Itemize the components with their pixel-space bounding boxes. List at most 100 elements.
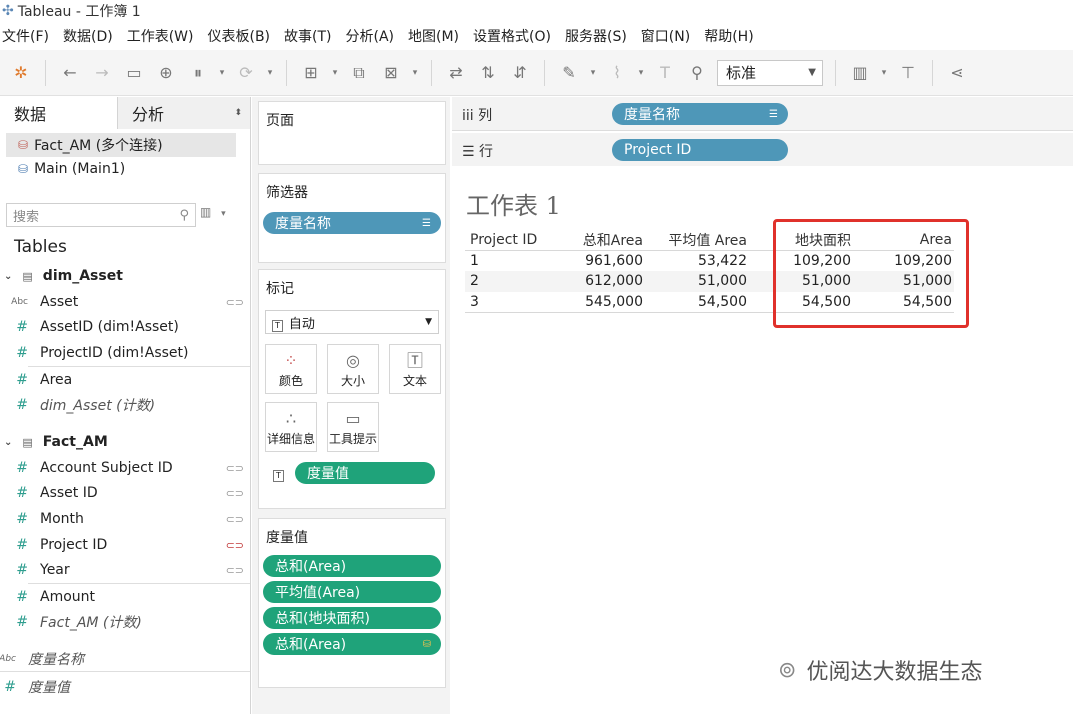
columns-shelf[interactable]: iii 列 度量名称 ☰ <box>452 97 1073 131</box>
field-asset[interactable]: Abc Asset ⊂⊃ <box>0 290 250 314</box>
redo-icon[interactable]: → <box>89 60 115 86</box>
field-account-subject-id[interactable]: # Account Subject ID ⊂⊃ <box>0 456 250 480</box>
pause-updates-icon[interactable]: ⏸ <box>185 60 211 86</box>
sort-ascending-icon[interactable]: ⇅ <box>475 60 501 86</box>
table-cell[interactable]: 1 <box>465 251 555 272</box>
rows-pill-project-id[interactable]: Project ID <box>612 139 788 161</box>
table-name: Fact_AM <box>42 434 108 450</box>
view-options[interactable]: ▥ ▾ <box>200 205 226 219</box>
refresh-icon[interactable]: ⟳ <box>233 60 259 86</box>
field-measure-values[interactable]: # 度量值 <box>0 675 238 699</box>
field-project-id[interactable]: # Project ID ⊂⊃ <box>0 533 250 557</box>
share-icon[interactable]: ⋖ <box>944 60 970 86</box>
menu-analysis[interactable]: 分析(A) <box>346 26 395 46</box>
chevron-down-icon[interactable]: ▾ <box>264 60 276 86</box>
menu-story[interactable]: 故事(T) <box>284 26 331 46</box>
duplicate-sheet-icon[interactable]: ⧉ <box>346 60 372 86</box>
pages-card[interactable]: 页面 <box>258 101 446 165</box>
new-worksheet-icon[interactable]: ⊞ <box>298 60 324 86</box>
save-icon[interactable]: ▭ <box>121 60 147 86</box>
detail-button[interactable]: ∴ 详细信息 <box>265 402 317 452</box>
show-cards-icon[interactable]: ▥ <box>847 60 873 86</box>
filter-pill-measure-names[interactable]: 度量名称 ☰ <box>263 212 441 234</box>
field-year[interactable]: # Year ⊂⊃ <box>0 558 250 582</box>
chevron-down-icon[interactable]: ⌄ <box>4 437 12 448</box>
table-cell[interactable]: 961,600 <box>555 251 643 272</box>
menu-map[interactable]: 地图(M) <box>408 26 459 46</box>
tableau-start-icon[interactable]: ✲ <box>8 60 34 86</box>
group-members-icon[interactable]: ⌇ <box>604 60 630 86</box>
field-month[interactable]: # Month ⊂⊃ <box>0 507 250 531</box>
highlight-icon[interactable]: ✎ <box>556 60 582 86</box>
sheet-title[interactable]: 工作表 1 <box>466 186 561 221</box>
column-header[interactable]: Project ID <box>465 230 555 251</box>
link-icon: ⊂⊃ <box>225 461 244 475</box>
tab-data[interactable]: 数据 <box>0 97 118 129</box>
measure-pill-sum-land-area[interactable]: 总和(地块面积) <box>263 607 441 629</box>
text-button[interactable]: 🅃 文本 <box>389 344 441 394</box>
menu-window[interactable]: 窗口(N) <box>641 26 690 46</box>
swap-rows-columns-icon[interactable]: ⇄ <box>443 60 469 86</box>
measure-pill-sum-area[interactable]: 总和(Area) <box>263 555 441 577</box>
table-cell[interactable]: 612,000 <box>555 271 643 292</box>
chevron-down-icon[interactable]: ▾ <box>329 60 341 86</box>
section-divider <box>0 671 250 672</box>
list-view-icon[interactable]: ▥ <box>200 205 211 219</box>
connection-main[interactable]: ⛁ Main (Main1) <box>0 157 250 181</box>
fit-mode-select[interactable]: 标准 ▼ <box>717 59 823 86</box>
size-button[interactable]: ◎ 大小 <box>327 344 379 394</box>
presentation-mode-icon[interactable]: ⊤ <box>895 60 921 86</box>
tab-analysis[interactable]: 分析 ⬍ <box>118 97 250 129</box>
table-cell[interactable]: 53,422 <box>643 251 747 272</box>
size-label: 大小 <box>340 373 365 388</box>
table-cell[interactable]: 2 <box>465 271 555 292</box>
chevron-down-icon[interactable]: ⌄ <box>4 271 12 282</box>
table-fact-am[interactable]: ⌄ ▤ Fact_AM <box>4 430 108 454</box>
field-projectid[interactable]: # ProjectID (dim!Asset) <box>0 341 250 365</box>
menu-worksheet[interactable]: 工作表(W) <box>127 26 194 46</box>
mark-type-select[interactable]: T 自动 ▼ <box>265 310 439 334</box>
chevron-down-icon[interactable]: ▾ <box>878 60 890 86</box>
field-measure-names[interactable]: Abc 度量名称 <box>0 647 238 671</box>
filters-card[interactable]: 筛选器 度量名称 ☰ <box>258 173 446 263</box>
fix-axes-icon[interactable]: ⚲ <box>684 60 710 86</box>
connection-fact-am[interactable]: ⛁ Fact_AM (多个连接) <box>6 133 236 157</box>
sort-descending-icon[interactable]: ⇵ <box>507 60 533 86</box>
chevron-down-icon[interactable]: ▾ <box>221 209 226 219</box>
menu-server[interactable]: 服务器(S) <box>565 26 627 46</box>
table-dim-asset[interactable]: ⌄ ▤ dim_Asset <box>4 264 123 288</box>
chevron-down-icon[interactable]: ▾ <box>635 60 647 86</box>
table-cell[interactable]: 51,000 <box>643 271 747 292</box>
menu-file[interactable]: 文件(F) <box>2 26 49 46</box>
field-fact-am-count[interactable]: # Fact_AM (计数) <box>0 610 250 634</box>
columns-pill-measure-names[interactable]: 度量名称 ☰ <box>612 103 788 125</box>
chevron-down-icon[interactable]: ▾ <box>216 60 228 86</box>
measure-pill-avg-area[interactable]: 平均值(Area) <box>263 581 441 603</box>
new-data-source-icon[interactable]: ⊕ <box>153 60 179 86</box>
table-cell[interactable]: 54,500 <box>643 292 747 313</box>
column-header[interactable]: 平均值 Area <box>643 230 747 251</box>
search-input[interactable]: 搜索 ⚲ <box>6 203 196 227</box>
menu-dashboard[interactable]: 仪表板(B) <box>207 26 270 46</box>
marks-pill-measure-values[interactable]: 度量值 <box>295 462 435 484</box>
chevron-down-icon[interactable]: ▾ <box>409 60 421 86</box>
table-cell[interactable]: 545,000 <box>555 292 643 313</box>
field-assetid[interactable]: # AssetID (dim!Asset) <box>0 315 250 339</box>
menu-data[interactable]: 数据(D) <box>63 26 113 46</box>
measure-pill-sum-area-secondary[interactable]: 总和(Area) ⛁ <box>263 633 441 655</box>
field-amount[interactable]: # Amount <box>0 585 250 609</box>
column-header[interactable]: 总和Area <box>555 230 643 251</box>
menu-help[interactable]: 帮助(H) <box>704 26 753 46</box>
clear-sheet-icon[interactable]: ⊠ <box>378 60 404 86</box>
rows-shelf[interactable]: ☰ 行 Project ID <box>452 133 1073 167</box>
field-asset-id[interactable]: # Asset ID ⊂⊃ <box>0 481 250 505</box>
table-cell[interactable]: 3 <box>465 292 555 313</box>
menu-format[interactable]: 设置格式(O) <box>473 26 551 46</box>
tooltip-button[interactable]: ▭ 工具提示 <box>327 402 379 452</box>
field-area[interactable]: # Area <box>0 368 250 392</box>
chevron-down-icon[interactable]: ▾ <box>587 60 599 86</box>
color-button[interactable]: ⁘ 颜色 <box>265 344 317 394</box>
undo-icon[interactable]: ← <box>57 60 83 86</box>
field-dim-asset-count[interactable]: # dim_Asset (计数) <box>0 393 250 417</box>
show-mark-labels-icon[interactable]: T <box>652 60 678 86</box>
